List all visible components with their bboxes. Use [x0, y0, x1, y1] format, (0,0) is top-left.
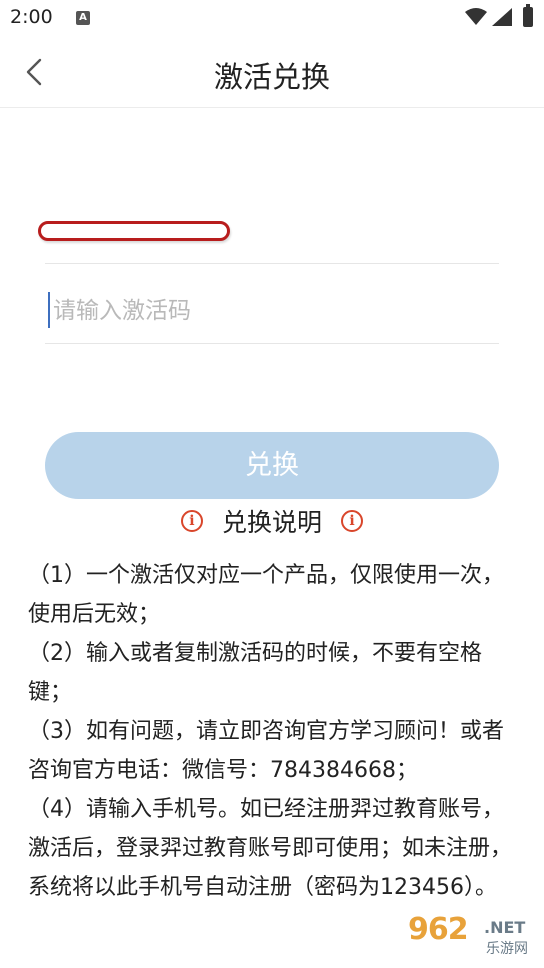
activation-code-input[interactable]: [53, 288, 493, 334]
instructions-heading: i 兑换说明 i: [0, 503, 544, 537]
instruction-item: （4）请输入手机号。如已经注册羿过教育账号，激活后，登录羿过教育账号即可使用；如…: [28, 797, 513, 900]
info-icon: i: [180, 510, 203, 532]
phone-number-field[interactable]: [38, 221, 230, 241]
activation-code-field[interactable]: [45, 288, 499, 336]
watermark-number: 962: [408, 912, 469, 947]
signal-icon: [492, 8, 512, 26]
watermark-sub: 乐游网: [486, 941, 528, 957]
text-caret: [48, 292, 50, 328]
page-title: 激活兑换: [213, 60, 330, 94]
watermark-suffix: .NET: [484, 918, 526, 937]
a-notification-icon: A: [76, 11, 90, 25]
info-icon: i: [341, 510, 364, 532]
instructions-title: 兑换说明: [221, 508, 322, 537]
instructions-list: （1）一个激活仅对应一个产品，仅限使用一次，使用后无效； （2）输入或者复制激活…: [28, 556, 518, 907]
instruction-item: （3）如有问题，请立即咨询官方学习顾问！或者咨询官方电话：微信号：7843846…: [28, 719, 504, 783]
divider: [45, 343, 499, 344]
divider: [45, 263, 499, 264]
wifi-icon: [465, 8, 487, 25]
status-bar: 2:00 A: [0, 0, 544, 36]
instruction-item: （2）输入或者复制激活码的时候，不要有空格键；: [28, 641, 482, 705]
site-watermark-logo: 962 .NET 乐游网: [408, 912, 538, 962]
redeem-button[interactable]: 兑换: [45, 432, 499, 499]
battery-icon: [523, 4, 533, 27]
instruction-item: （1）一个激活仅对应一个产品，仅限使用一次，使用后无效；: [28, 563, 504, 627]
top-nav-bar: 激活兑换: [0, 36, 544, 108]
status-time: 2:00: [10, 6, 53, 28]
